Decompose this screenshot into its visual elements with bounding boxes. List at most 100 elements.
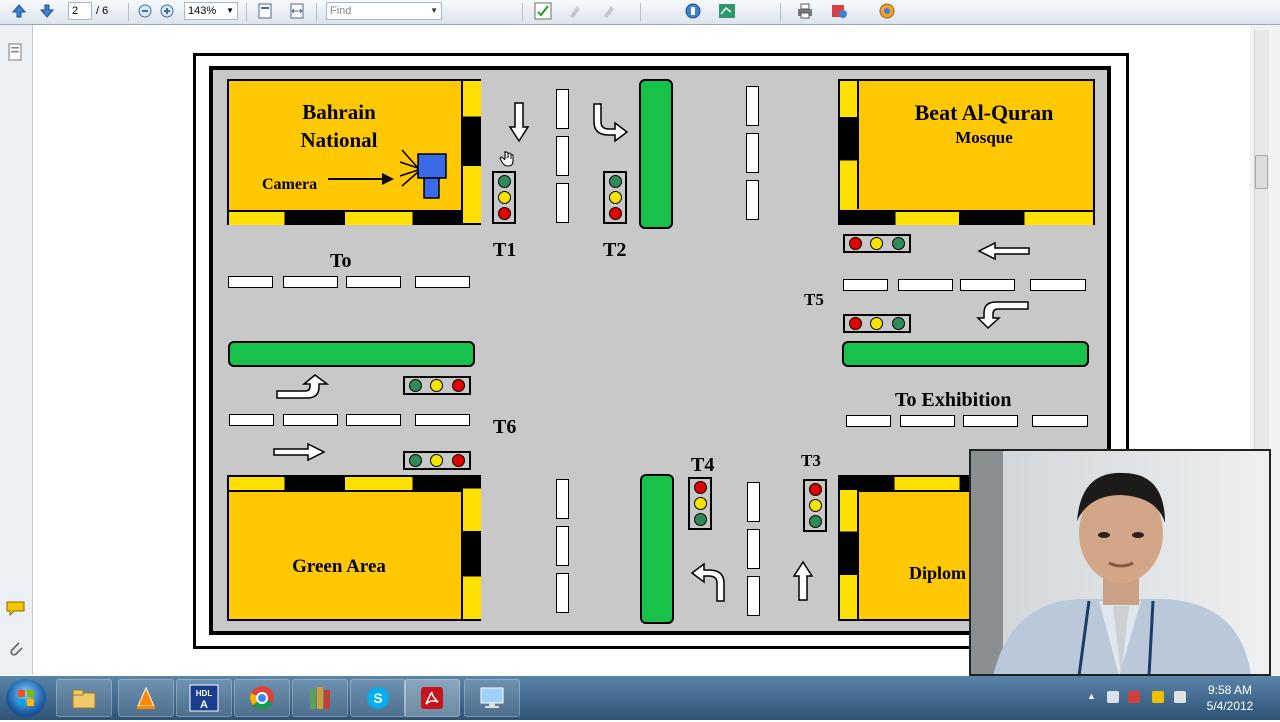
- skype-icon[interactable]: S: [350, 679, 406, 717]
- building-wall: [840, 210, 1093, 225]
- svg-text:S: S: [373, 690, 382, 706]
- scrollbar-thumb[interactable]: [1255, 155, 1268, 189]
- lane-marking: [898, 279, 953, 291]
- comments-panel-icon[interactable]: [6, 600, 26, 621]
- red-lamp: [451, 379, 465, 392]
- red-lamp: [608, 207, 622, 221]
- green-lamp: [808, 515, 822, 529]
- signal-label-t3: T3: [801, 451, 821, 470]
- traffic-light-t5-upper: [843, 234, 911, 253]
- lane-marking: [746, 86, 759, 126]
- page-total: / 6: [96, 5, 109, 17]
- red-lamp: [849, 237, 863, 250]
- zoom-out-icon[interactable]: [136, 2, 154, 20]
- explorer-icon[interactable]: [56, 679, 112, 717]
- zoom-select[interactable]: 143% ▼: [184, 2, 238, 20]
- remote-desktop-icon[interactable]: [464, 679, 520, 717]
- stamp-icon[interactable]: [600, 2, 618, 20]
- hand-cursor-icon: [499, 151, 514, 167]
- find-placeholder: Find: [330, 5, 352, 17]
- red-lamp: [808, 482, 822, 496]
- hdl-icon[interactable]: HDL A: [176, 679, 232, 717]
- signal-label-t1: T1: [493, 239, 517, 261]
- chrome-icon[interactable]: [234, 679, 290, 717]
- collaborate-icon[interactable]: [684, 2, 702, 20]
- yellow-lamp: [497, 190, 511, 204]
- system-clock[interactable]: 9:58 AM 5/4/2012: [1198, 682, 1262, 714]
- chevron-down-icon: ▼: [430, 6, 438, 15]
- camera-icon: [399, 149, 447, 199]
- lane-marking: [960, 279, 1015, 291]
- action-center-icon[interactable]: [1128, 691, 1140, 703]
- building-wall: [840, 477, 976, 492]
- red-lamp: [497, 207, 511, 221]
- fit-page-icon[interactable]: [256, 2, 274, 20]
- next-page-icon[interactable]: [38, 2, 56, 20]
- print-icon[interactable]: [796, 2, 814, 20]
- windows-logo-icon: [18, 690, 34, 706]
- lane-marking: [900, 415, 955, 427]
- share-icon[interactable]: [878, 2, 896, 20]
- yellow-lamp: [693, 496, 707, 510]
- building-wall: [840, 490, 859, 619]
- green-lamp: [409, 379, 423, 392]
- lane-marking: [556, 89, 569, 129]
- arrow-up-icon: [792, 560, 814, 601]
- attachments-panel-icon[interactable]: [7, 640, 25, 663]
- signal-label-t5: T5: [804, 290, 824, 309]
- green-lamp: [409, 454, 423, 467]
- turn-right-arrow-icon: [593, 103, 629, 143]
- yellow-lamp: [430, 379, 444, 392]
- arrow-left-icon: [977, 241, 1030, 261]
- sign-icon[interactable]: [718, 2, 736, 20]
- lane-marking: [843, 279, 888, 291]
- pages-panel-icon[interactable]: [7, 43, 23, 66]
- lane-marking: [556, 479, 569, 519]
- lane-marking: [747, 529, 760, 569]
- highlight-icon[interactable]: [566, 2, 584, 20]
- spellcheck-icon[interactable]: [534, 2, 552, 20]
- zoom-value: 143%: [188, 5, 217, 17]
- power-icon[interactable]: [1152, 691, 1164, 703]
- books-icon[interactable]: [292, 679, 348, 717]
- building-wall: [461, 477, 481, 619]
- page-number-input[interactable]: 2: [68, 2, 92, 20]
- lane-marking: [556, 573, 569, 613]
- lane-marking: [556, 136, 569, 176]
- direction-label-exhibition: To Exhibition: [895, 389, 1012, 411]
- chevron-down-icon: ▼: [226, 6, 234, 15]
- yellow-lamp: [870, 317, 884, 330]
- volume-icon[interactable]: [1174, 691, 1186, 703]
- fit-width-icon[interactable]: [288, 2, 306, 20]
- yellow-lamp: [608, 190, 622, 204]
- traffic-light-t2: [603, 171, 627, 224]
- device-icon[interactable]: [1107, 691, 1119, 703]
- camera-label: Camera: [262, 176, 318, 193]
- green-lamp: [891, 237, 905, 250]
- lane-marking: [846, 415, 891, 427]
- building-name: Green Area: [292, 556, 386, 577]
- building-wall: [229, 210, 461, 225]
- start-button[interactable]: [6, 679, 46, 717]
- lane-marking: [746, 180, 759, 220]
- road-median: [640, 474, 674, 624]
- clock-date: 5/4/2012: [1206, 699, 1254, 713]
- show-hidden-icons-icon[interactable]: ▲: [1087, 691, 1099, 703]
- traffic-light-t6-lower: [403, 451, 471, 470]
- find-input[interactable]: Find ▼: [326, 2, 442, 20]
- traffic-light-t1: [492, 171, 516, 224]
- lane-marking: [963, 415, 1018, 427]
- arrow-down-icon: [508, 102, 530, 143]
- pdf-toolbar: 2 / 6 143% ▼ Find ▼: [0, 0, 1280, 25]
- green-lamp: [497, 174, 511, 188]
- vlc-icon[interactable]: [118, 679, 174, 717]
- prev-page-icon[interactable]: [10, 2, 28, 20]
- acrobat-icon[interactable]: [404, 679, 460, 717]
- traffic-light-t3: [803, 479, 827, 532]
- lane-marking: [556, 183, 569, 223]
- lane-marking: [283, 414, 338, 426]
- traffic-light-t5-lower: [843, 314, 911, 333]
- export-icon[interactable]: [830, 2, 848, 20]
- zoom-in-icon[interactable]: [158, 2, 176, 20]
- lane-marking: [228, 276, 273, 288]
